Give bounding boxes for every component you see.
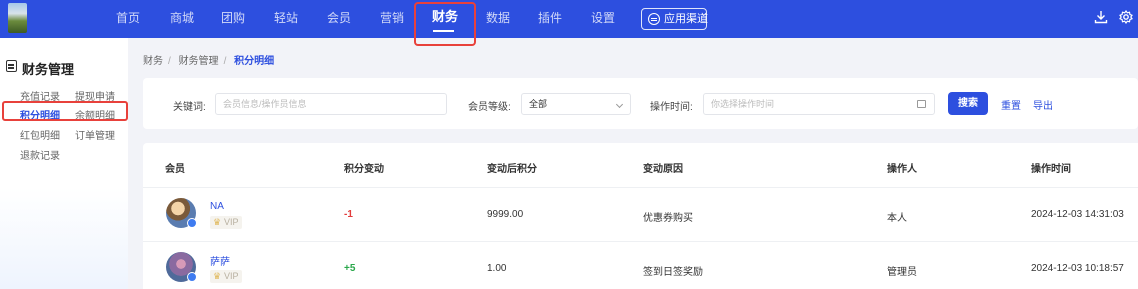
- operation-time-picker[interactable]: 你选择操作时间: [703, 93, 935, 115]
- operator: 本人: [887, 213, 907, 224]
- column-header-points-after: 变动后积分: [487, 164, 537, 175]
- operation-time: 2024-12-03 14:31:03: [1031, 209, 1124, 220]
- points-after: 9999.00: [487, 209, 524, 220]
- breadcrumb: 财务 / 财务管理 / 积分明细: [143, 56, 275, 67]
- sidebar-gradient: [0, 188, 128, 289]
- operation-time-placeholder: 你选择操作时间: [711, 99, 775, 109]
- search-button[interactable]: 搜索: [948, 92, 988, 115]
- nav-item-plugins[interactable]: 插件: [538, 11, 562, 25]
- member-level-select[interactable]: 全部: [521, 93, 631, 115]
- sidebar-active-highlight: [2, 101, 128, 121]
- column-header-points-change: 积分变动: [344, 164, 384, 175]
- breadcrumb-finance-management[interactable]: 财务管理: [179, 56, 219, 67]
- channel-icon: [648, 13, 660, 25]
- download-icon[interactable]: [1094, 10, 1108, 24]
- operation-time: 2024-12-03 10:18:57: [1031, 263, 1124, 274]
- points-change: -1: [344, 209, 353, 220]
- change-reason: 签到日签奖励: [643, 267, 703, 278]
- table-divider: [143, 187, 1138, 188]
- nav-item-groupbuy[interactable]: 团购: [221, 11, 245, 25]
- column-header-operation-time: 操作时间: [1031, 164, 1071, 175]
- change-reason: 优惠券购买: [643, 213, 693, 224]
- sidebar-item-refund-records[interactable]: 退款记录: [20, 147, 60, 162]
- app-logo[interactable]: [8, 3, 27, 33]
- table-divider: [143, 241, 1138, 242]
- nav-item-home[interactable]: 首页: [116, 11, 140, 25]
- operator: 管理员: [887, 267, 917, 278]
- member-name[interactable]: 萨萨: [210, 253, 230, 268]
- column-header-reason: 变动原因: [643, 164, 683, 175]
- sidebar-title: 财务管理: [22, 62, 75, 77]
- operation-time-label: 操作时间:: [650, 102, 693, 113]
- sidebar-item-order-management[interactable]: 订单管理: [75, 127, 115, 142]
- app-channel-button[interactable]: 应用渠道: [641, 8, 708, 30]
- app-channel-label: 应用渠道: [664, 13, 708, 25]
- badge-icon: [187, 218, 197, 228]
- column-header-member: 会员: [165, 164, 185, 175]
- nav-item-data[interactable]: 数据: [486, 11, 510, 25]
- database-icon: [6, 60, 17, 72]
- keyword-label: 关键词:: [173, 102, 206, 113]
- column-header-operator: 操作人: [887, 164, 917, 175]
- sidebar: 财务管理 充值记录 提现申请 积分明细 余额明细 红包明细 订单管理 退款记录: [0, 38, 128, 289]
- breadcrumb-finance[interactable]: 财务: [143, 56, 163, 67]
- chevron-down-icon: [615, 100, 624, 109]
- points-change: +5: [344, 263, 356, 274]
- gear-icon[interactable]: [1119, 10, 1133, 24]
- reset-button[interactable]: 重置: [1001, 97, 1021, 112]
- sidebar-item-red-packet-details[interactable]: 红包明细: [20, 127, 60, 142]
- vip-badge: VIP: [210, 270, 242, 283]
- finance-nav-highlight: [414, 2, 476, 46]
- nav-item-lite-site[interactable]: 轻站: [274, 11, 298, 25]
- keyword-input[interactable]: 会员信息/操作员信息: [215, 93, 447, 115]
- nav-item-marketing[interactable]: 营销: [380, 11, 404, 25]
- breadcrumb-current: 积分明细: [234, 56, 275, 67]
- calendar-icon: [917, 100, 926, 108]
- export-button[interactable]: 导出: [1033, 97, 1053, 112]
- nav-item-mall[interactable]: 商城: [170, 11, 194, 25]
- points-after: 1.00: [487, 263, 507, 274]
- member-name[interactable]: NA: [210, 201, 224, 212]
- member-level-label: 会员等级:: [468, 102, 511, 113]
- vip-badge: VIP: [210, 216, 242, 229]
- nav-item-settings[interactable]: 设置: [591, 11, 615, 25]
- top-nav: 首页 商城 团购 轻站 会员 营销 财务 数据 插件 设置 应用渠道: [0, 0, 1138, 38]
- badge-icon: [187, 272, 197, 282]
- member-level-value: 全部: [529, 99, 548, 109]
- points-table: [143, 143, 1138, 289]
- nav-item-member[interactable]: 会员: [327, 11, 351, 25]
